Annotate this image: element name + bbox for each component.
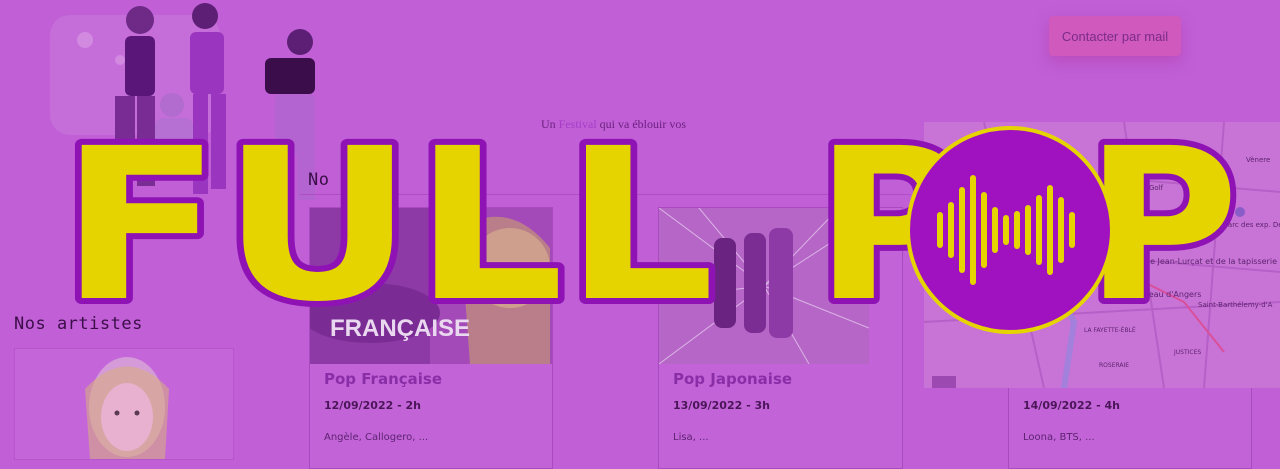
- map-label: ROSERAIE: [1099, 362, 1129, 369]
- concert-card[interactable]: Pop Japonaise 13/09/2022 - 3h Lisa, ...: [658, 207, 903, 469]
- concert-card[interactable]: FRANÇAISE Pop Française 12/09/2022 - 2h …: [309, 207, 553, 469]
- map-label: Musée Jean-Lurçat et de la tapisserie: [1129, 256, 1277, 266]
- tagline-before: Un: [541, 117, 559, 131]
- concert-artists: Angèle, Callogero, ...: [324, 432, 429, 443]
- tagline-after: qui va éblouir vos: [596, 117, 686, 131]
- concert-title[interactable]: Pop Française: [324, 370, 442, 388]
- concert-title[interactable]: Pop Japonaise: [673, 370, 792, 388]
- concert-image-text: FRANÇAISE: [330, 315, 470, 342]
- artist-card[interactable]: [14, 348, 234, 460]
- concert-image: [659, 208, 869, 364]
- concert-image: FRANÇAISE: [310, 208, 552, 364]
- concert-artists: Lisa, ...: [673, 432, 709, 443]
- festival-map[interactable]: Musée Jean-Lurçat et de la tapisserie Ch…: [924, 122, 1280, 388]
- map-canvas: Musée Jean-Lurçat et de la tapisserie Ch…: [924, 122, 1280, 388]
- artists-section-title: Nos artistes: [14, 314, 143, 334]
- map-pin-icon[interactable]: [1235, 207, 1245, 217]
- map-label: Vènere: [1246, 156, 1270, 164]
- map-label: Château d'Angers: [1130, 290, 1201, 299]
- concerts-divider: [300, 194, 910, 195]
- concert-date: 12/09/2022 - 2h: [324, 399, 421, 412]
- contact-email-button[interactable]: Contacter par mail: [1049, 16, 1181, 56]
- festival-tagline: Un Festival qui va éblouir vos: [541, 116, 691, 133]
- concerts-section-title: No: [308, 170, 330, 190]
- map-label: Parc des exp. Destination: [1224, 221, 1280, 229]
- concert-date: 13/09/2022 - 3h: [673, 399, 770, 412]
- page: Contacter par mail Un Festival qui va éb…: [0, 0, 1280, 469]
- map-label: LA FAYETTE-ÉBLÉ: [1084, 326, 1136, 334]
- map-label: Golf: [1149, 184, 1164, 192]
- map-label: Saint-Barthélemy-d'A: [1198, 301, 1273, 309]
- map-control-button[interactable]: [932, 376, 956, 388]
- map-label: JUSTICES: [1173, 349, 1201, 356]
- artist-photo: [85, 357, 169, 459]
- concert-artists: Loona, BTS, ...: [1023, 432, 1095, 443]
- tagline-festival-link[interactable]: Festival: [559, 117, 597, 131]
- concert-date: 14/09/2022 - 4h: [1023, 399, 1120, 412]
